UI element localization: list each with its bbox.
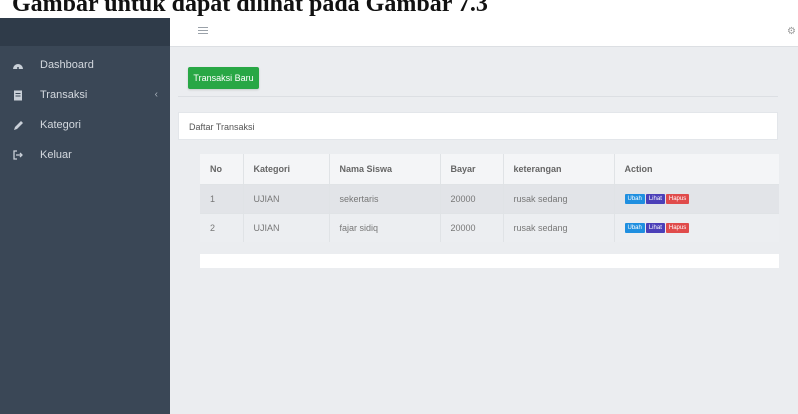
divider (178, 96, 778, 97)
column-header-bayar[interactable]: Bayar (440, 154, 504, 185)
column-header-nama-siswa[interactable]: Nama Siswa (329, 154, 441, 185)
cell-keterangan: rusak sedang (503, 213, 615, 242)
column-header-keterangan[interactable]: keterangan (503, 154, 615, 185)
column-header-no[interactable]: No (200, 154, 244, 185)
sidebar-item-keluar[interactable]: Keluar (0, 140, 170, 170)
sidebar-item-label: Dashboard (40, 59, 94, 71)
view-button[interactable]: Lihat (645, 194, 665, 205)
cell-actions: Ubah Lihat Hapus (614, 213, 779, 242)
cell-keterangan: rusak sedang (503, 184, 615, 214)
edit-button[interactable]: Ubah (624, 194, 645, 205)
column-header-action: Action (614, 154, 779, 185)
table-row: 2 UJIAN fajar sidiq 20000 rusak sedang U… (200, 213, 779, 242)
sidebar-item-label: Transaksi (40, 89, 88, 101)
document-caption: Gambar untuk dapat dilihat pada Gambar 7… (0, 0, 798, 18)
table-header-row: No Kategori Nama Siswa Bayar keterangan … (200, 154, 779, 185)
table-footer (200, 254, 779, 268)
column-header-kategori[interactable]: Kategori (243, 154, 330, 185)
delete-button[interactable]: Hapus (665, 194, 690, 205)
dashboard-icon (10, 58, 26, 72)
cell-nama-siswa: fajar sidiq (329, 213, 441, 242)
document-icon (10, 88, 26, 102)
cell-nama-siswa: sekertaris (329, 184, 441, 214)
edit-button[interactable]: Ubah (624, 223, 645, 234)
chevron-left-icon: ‹ (154, 89, 158, 100)
cell-kategori: UJIAN (243, 184, 330, 214)
new-transaction-button[interactable]: Transaksi Baru (188, 67, 259, 89)
hamburger-icon[interactable] (198, 27, 208, 36)
sidebar-item-label: Keluar (40, 149, 72, 161)
cell-kategori: UJIAN (243, 213, 330, 242)
table-row: 1 UJIAN sekertaris 20000 rusak sedang Ub… (200, 184, 779, 214)
sidebar-item-label: Kategori (40, 119, 81, 131)
cell-bayar: 20000 (440, 184, 504, 214)
sidebar-item-kategori[interactable]: Kategori (0, 110, 170, 140)
settings-icon[interactable]: ⚙ (787, 26, 796, 37)
view-button[interactable]: Lihat (645, 223, 665, 234)
sidebar: Dashboard Transaksi ‹ Kategori Keluar (0, 18, 170, 414)
cell-no: 1 (200, 184, 244, 214)
pencil-icon (10, 118, 26, 132)
sidebar-brand (0, 18, 170, 46)
cell-no: 2 (200, 213, 244, 242)
sidebar-item-transaksi[interactable]: Transaksi ‹ (0, 80, 170, 110)
topbar: ⚙ (170, 18, 798, 47)
delete-button[interactable]: Hapus (665, 223, 690, 234)
sidebar-item-dashboard[interactable]: Dashboard (0, 50, 170, 80)
logout-icon (10, 148, 26, 162)
cell-actions: Ubah Lihat Hapus (614, 184, 779, 214)
cell-bayar: 20000 (440, 213, 504, 242)
transactions-table: No Kategori Nama Siswa Bayar keterangan … (200, 154, 779, 242)
caption-text: Gambar untuk dapat dilihat pada Gambar 7… (12, 0, 488, 17)
card-title: Daftar Transaksi (178, 112, 778, 140)
